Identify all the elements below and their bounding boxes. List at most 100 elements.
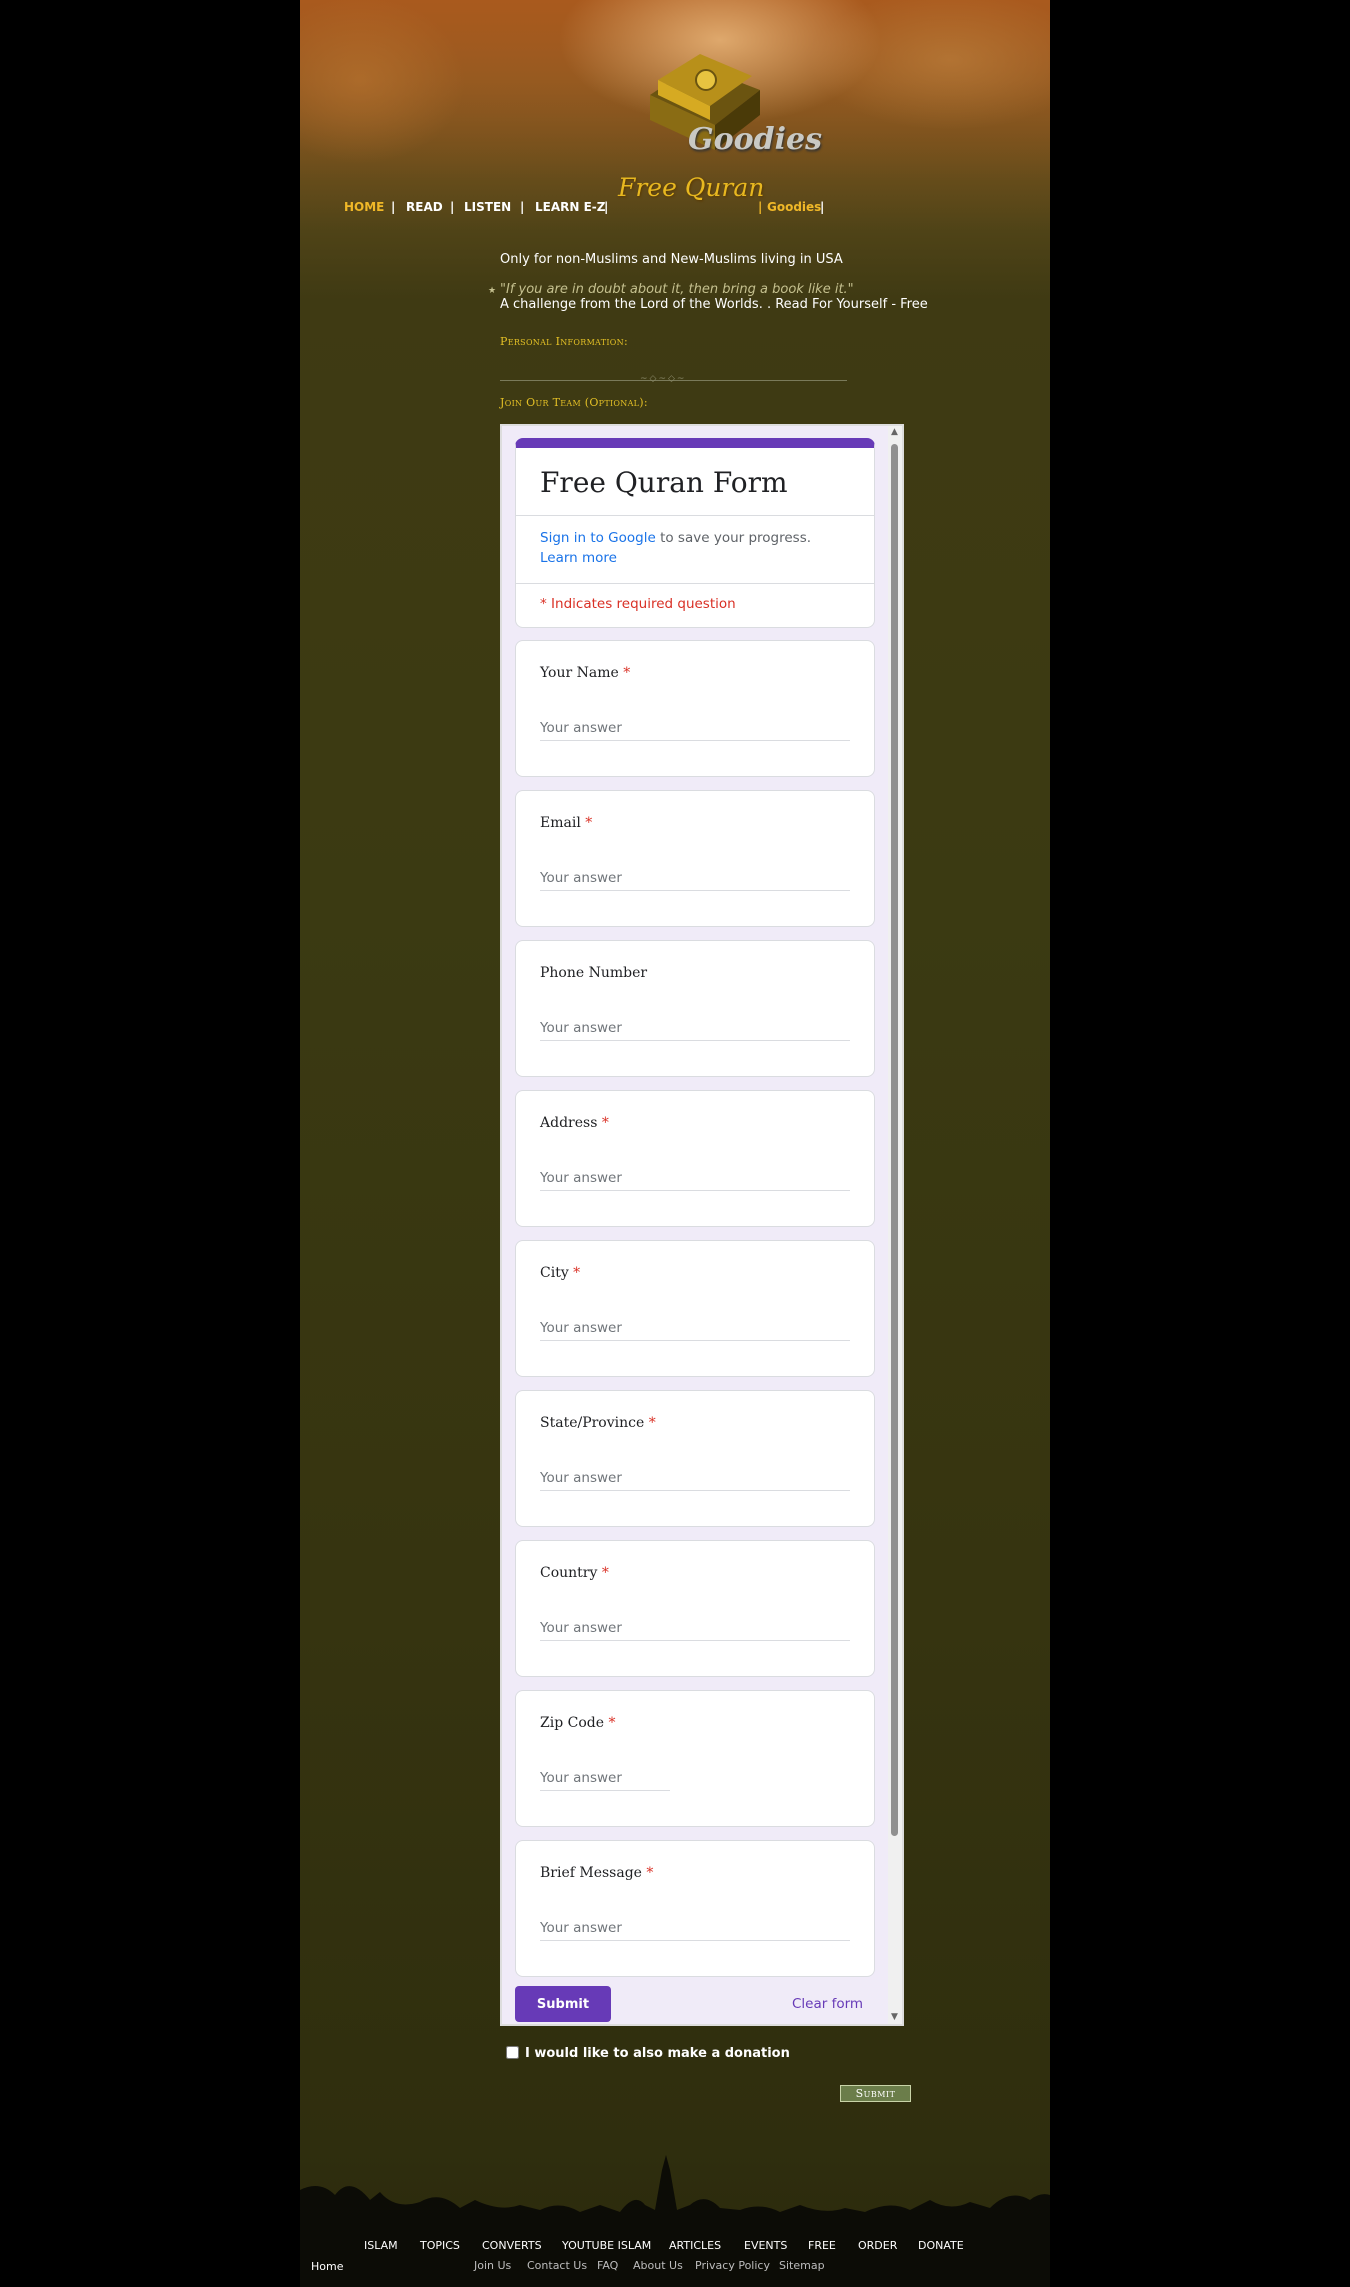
nav-separator: |: [450, 200, 455, 214]
footer-nav-islam[interactable]: ISLAM: [364, 2239, 398, 2252]
signin-rest: to save your progress.: [655, 530, 812, 546]
page-container: Goodies Free Quran HOME | READ | LISTEN …: [300, 0, 1050, 2287]
scrollbar-thumb[interactable]: [891, 444, 898, 1836]
footer-link-about-us[interactable]: About Us: [633, 2259, 683, 2272]
question-card: Phone Number: [515, 940, 875, 1077]
question-label-text: Zip Code: [540, 1715, 605, 1731]
question-card: Country *: [515, 1540, 875, 1677]
footer-link-join-us[interactable]: Join Us: [474, 2259, 511, 2272]
question-label-text: Country: [540, 1565, 598, 1581]
goodies-logo: Goodies: [688, 122, 822, 157]
question-label: Zip Code *: [540, 1715, 615, 1731]
quran-quote: "If you are in doubt about it, then brin…: [500, 282, 854, 297]
question-label: City *: [540, 1265, 580, 1281]
required-asterisk: *: [597, 1115, 609, 1131]
divider: [516, 515, 874, 516]
nav-goodies[interactable]: Goodies: [767, 200, 821, 214]
question-card: Brief Message *: [515, 1840, 875, 1977]
signin-prompt: Sign in to Google to save your progress.: [540, 530, 811, 546]
question-label-text: State/Province: [540, 1415, 645, 1431]
answer-input[interactable]: [540, 1465, 850, 1491]
question-label-text: City: [540, 1265, 569, 1281]
answer-input[interactable]: [540, 1315, 850, 1341]
answer-input[interactable]: [540, 715, 850, 741]
footer-nav-donate[interactable]: DONATE: [918, 2239, 964, 2252]
footer-home-link[interactable]: Home: [311, 2260, 343, 2273]
question-label: Country *: [540, 1565, 609, 1581]
answer-input[interactable]: [540, 1015, 850, 1041]
donation-checkbox[interactable]: [506, 2046, 519, 2059]
nav-read[interactable]: READ: [406, 200, 443, 214]
footer-nav-order[interactable]: ORDER: [858, 2239, 897, 2252]
question-card: Email *: [515, 790, 875, 927]
google-form-embed: ▲ ▼ Free Quran Form Sign in to Google to…: [500, 424, 904, 2026]
scroll-down-arrow-icon[interactable]: ▼: [891, 2012, 898, 2022]
footer-link-contact-us[interactable]: Contact Us: [527, 2259, 587, 2272]
required-asterisk: *: [568, 1265, 581, 1281]
submit-button[interactable]: Submit: [515, 1986, 611, 2022]
nav-home[interactable]: HOME: [344, 200, 384, 214]
page-submit-button[interactable]: Submit: [840, 2085, 911, 2102]
star-icon: ★: [488, 286, 497, 296]
question-label: Email *: [540, 815, 592, 831]
footer-nav-youtube-islam[interactable]: YOUTUBE ISLAM: [562, 2239, 651, 2252]
footer-nav-events[interactable]: EVENTS: [744, 2239, 787, 2252]
question-label-text: Address: [540, 1115, 598, 1131]
question-label: Address *: [540, 1115, 609, 1131]
nav-separator: |: [758, 200, 763, 214]
answer-input[interactable]: [540, 1765, 670, 1791]
form-header-card: Free Quran Form Sign in to Google to sav…: [515, 438, 875, 628]
footer-nav-free[interactable]: FREE: [808, 2239, 836, 2252]
personal-info-heading: Personal Information:: [500, 335, 628, 348]
question-label: Brief Message *: [540, 1865, 653, 1881]
footer-nav-articles[interactable]: ARTICLES: [669, 2239, 721, 2252]
free-quran-logo: Free Quran: [618, 173, 765, 202]
footer-link-privacy-policy[interactable]: Privacy Policy: [695, 2259, 770, 2272]
challenge-text: A challenge from the Lord of the Worlds.…: [500, 297, 928, 312]
question-card: Address *: [515, 1090, 875, 1227]
footer-link-sitemap[interactable]: Sitemap: [779, 2259, 825, 2272]
divider-ornament-icon: ~◇~◇~: [640, 374, 687, 384]
footer-nav-converts[interactable]: CONVERTS: [482, 2239, 542, 2252]
question-card: Your Name *: [515, 640, 875, 777]
question-label: Your Name *: [540, 665, 630, 681]
nav-separator: |: [820, 200, 825, 214]
question-card: City *: [515, 1240, 875, 1377]
footer-link-faq[interactable]: FAQ: [597, 2259, 618, 2272]
answer-input[interactable]: [540, 1165, 850, 1191]
nav-listen[interactable]: LISTEN: [464, 200, 511, 214]
required-asterisk: *: [641, 1865, 654, 1881]
join-team-heading: Join Our Team (Optional):: [500, 396, 648, 409]
audience-text: Only for non-Muslims and New-Muslims liv…: [500, 252, 843, 267]
learn-more-link[interactable]: Learn more: [540, 550, 617, 566]
required-asterisk: *: [597, 1565, 609, 1581]
question-label: Phone Number: [540, 965, 647, 981]
donation-option[interactable]: I would like to also make a donation: [506, 2046, 790, 2061]
question-label-text: Phone Number: [540, 965, 648, 981]
question-card: State/Province *: [515, 1390, 875, 1527]
required-note: * Indicates required question: [540, 596, 736, 612]
clear-form-button[interactable]: Clear form: [792, 1996, 863, 2012]
footer-nav-topics[interactable]: TOPICS: [420, 2239, 460, 2252]
nav-separator: |: [604, 200, 609, 214]
question-label: State/Province *: [540, 1415, 656, 1431]
required-asterisk: *: [604, 1715, 616, 1731]
divider: [516, 583, 874, 584]
question-label-text: Your Name: [540, 665, 619, 681]
answer-input[interactable]: [540, 1615, 850, 1641]
nav-learn-e-z[interactable]: LEARN E-Z: [535, 200, 605, 214]
scroll-up-arrow-icon[interactable]: ▲: [891, 427, 898, 437]
required-asterisk: *: [618, 665, 631, 681]
signin-link[interactable]: Sign in to Google: [540, 530, 656, 546]
question-label-text: Brief Message: [540, 1865, 642, 1881]
nav-separator: |: [391, 200, 396, 214]
answer-input[interactable]: [540, 865, 850, 891]
required-asterisk: *: [580, 815, 593, 831]
answer-input[interactable]: [540, 1915, 850, 1941]
question-label-text: Email: [540, 815, 581, 831]
donation-label: I would like to also make a donation: [525, 2046, 790, 2061]
nav-separator: |: [520, 200, 525, 214]
question-card: Zip Code *: [515, 1690, 875, 1827]
form-title: Free Quran Form: [540, 466, 788, 499]
form-scrollbar[interactable]: ▲ ▼: [888, 426, 902, 2024]
